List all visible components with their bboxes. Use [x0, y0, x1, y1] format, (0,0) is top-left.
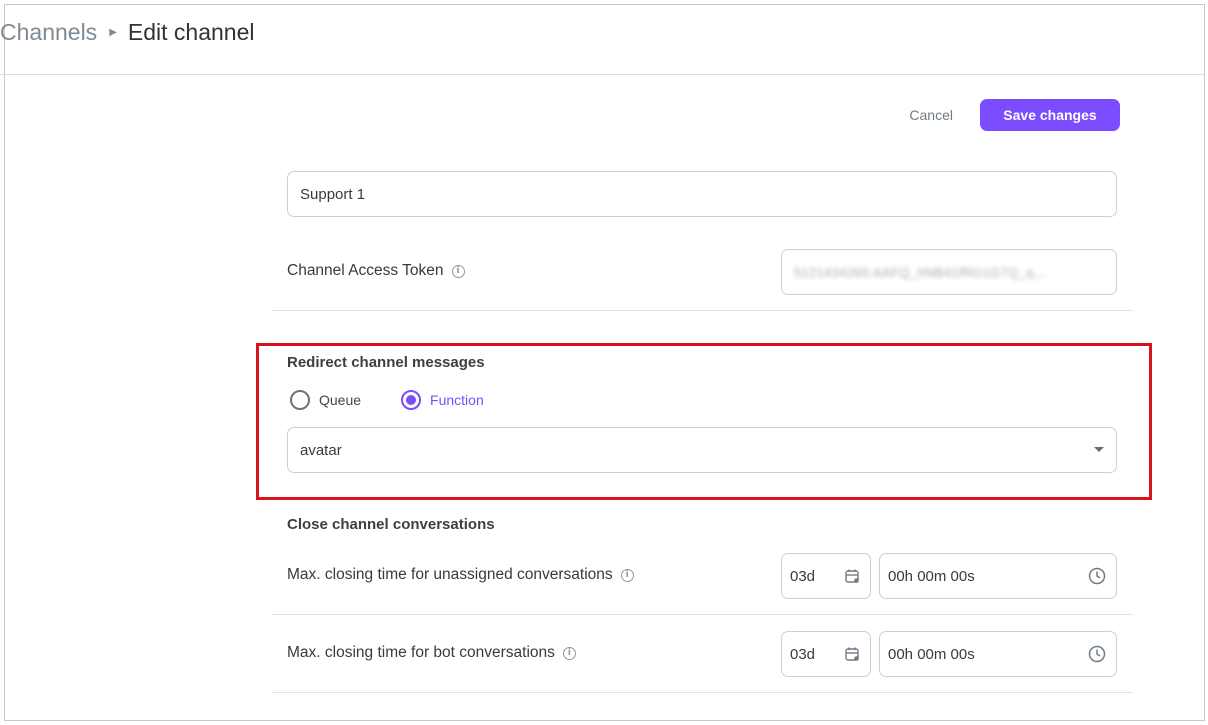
divider [271, 614, 1133, 615]
info-icon[interactable]: i [620, 568, 634, 582]
breadcrumb: Channels ▶ Edit channel [0, 19, 254, 46]
radio-function-label: Function [430, 392, 484, 408]
bot-time-value: 00h 00m 00s [888, 645, 975, 663]
redirect-section-title: Redirect channel messages [287, 354, 485, 371]
channel-name-input[interactable]: Support 1 [287, 171, 1117, 217]
chevron-down-icon [1094, 447, 1104, 452]
unassigned-closing-label-text: Max. closing time for unassigned convers… [287, 566, 613, 583]
unassigned-closing-label: Max. closing time for unassigned convers… [287, 566, 634, 584]
close-conversations-section-title: Close channel conversations [287, 516, 495, 533]
bot-closing-label: Max. closing time for bot conversations … [287, 644, 576, 662]
access-token-label: Channel Access Token i [287, 262, 465, 280]
redirect-radio-group: Queue Function [290, 390, 484, 410]
radio-checked-icon [401, 390, 422, 410]
function-select[interactable]: avatar [287, 427, 1117, 473]
access-token-label-text: Channel Access Token [287, 262, 444, 279]
bot-days-input[interactable]: 03d [781, 631, 871, 677]
unassigned-days-value: 03d [790, 567, 816, 585]
channel-name-value: Support 1 [300, 185, 366, 203]
function-select-value: avatar [300, 441, 342, 459]
radio-queue[interactable]: Queue [290, 390, 361, 410]
page-header: Channels ▶ Edit channel [0, 0, 1204, 75]
access-token-value: 5121434265:AAFQ_hNB41fRG1G7Q_q... [794, 264, 1046, 280]
clock-icon[interactable] [1088, 567, 1106, 585]
radio-unchecked-icon [290, 390, 310, 410]
breadcrumb-channels-link[interactable]: Channels [0, 19, 97, 46]
radio-function[interactable]: Function [401, 390, 484, 410]
divider [271, 692, 1133, 693]
unassigned-time-input[interactable]: 00h 00m 00s [879, 553, 1117, 599]
page-title: Edit channel [127, 19, 255, 45]
cancel-button[interactable]: Cancel [909, 107, 953, 123]
unassigned-time-value: 00h 00m 00s [888, 567, 975, 585]
info-icon[interactable]: i [451, 264, 465, 278]
bot-days-value: 03d [790, 645, 816, 663]
calendar-icon[interactable] [844, 568, 860, 584]
unassigned-days-input[interactable]: 03d [781, 553, 871, 599]
save-changes-button[interactable]: Save changes [980, 99, 1120, 131]
caret-right-icon: ▶ [109, 27, 117, 38]
bot-closing-label-text: Max. closing time for bot conversations [287, 644, 555, 661]
info-icon[interactable]: i [562, 646, 576, 660]
divider [271, 310, 1133, 311]
radio-queue-label: Queue [319, 392, 362, 408]
access-token-input[interactable]: 5121434265:AAFQ_hNB41fRG1G7Q_q... [781, 249, 1117, 295]
calendar-icon[interactable] [844, 646, 860, 662]
clock-icon[interactable] [1088, 645, 1106, 663]
bot-time-input[interactable]: 00h 00m 00s [879, 631, 1117, 677]
form-actions: Cancel Save changes [909, 99, 1120, 131]
